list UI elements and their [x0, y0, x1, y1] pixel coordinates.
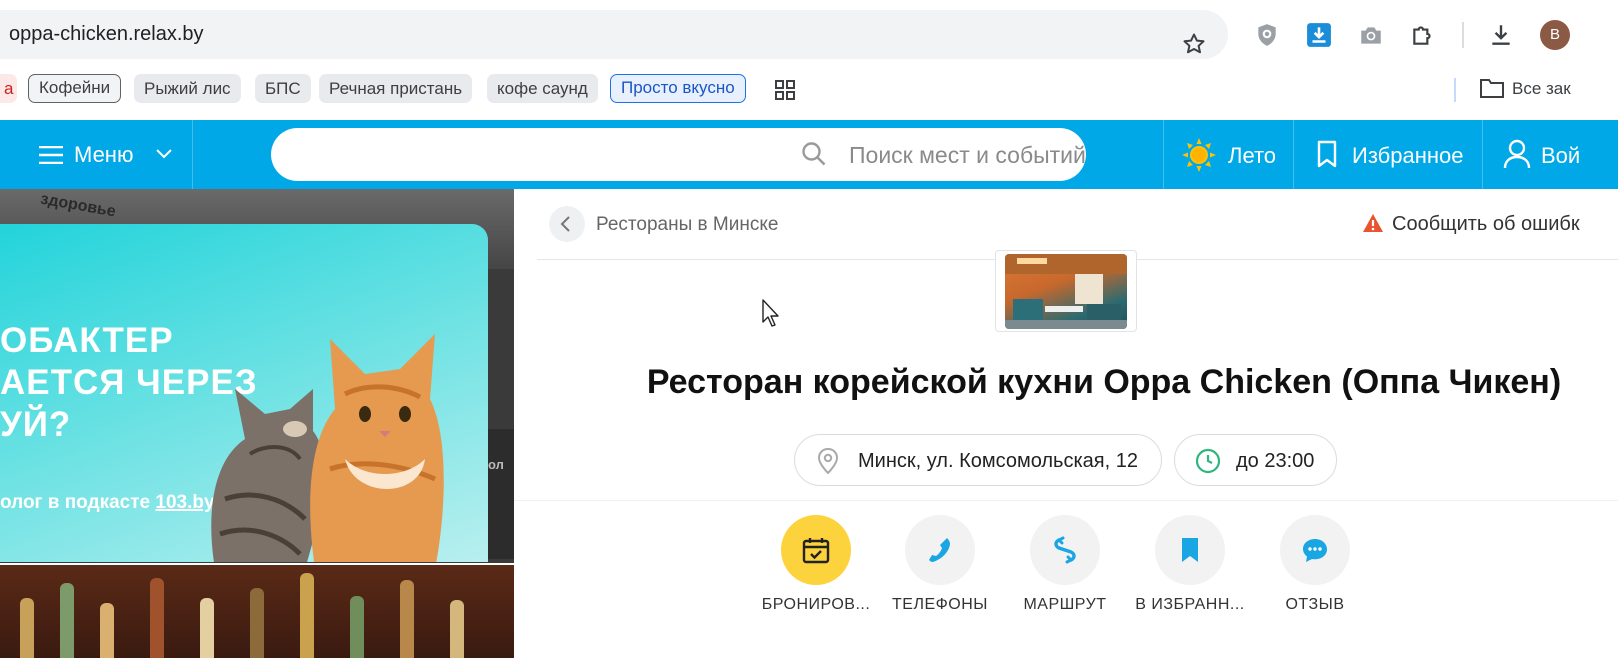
- season-label: Лето: [1228, 143, 1277, 168]
- bookmark-icon: [1317, 140, 1337, 168]
- bookmark-chip[interactable]: Рыжий лис: [134, 74, 241, 103]
- browser-toolbar: oppa-chicken.relax.by B: [0, 0, 1618, 70]
- location-pin-icon: [817, 448, 839, 474]
- bookmark-chip[interactable]: БПС: [255, 74, 311, 103]
- ad-side-strip: [486, 429, 514, 559]
- add-favorite-label: В ИЗБРАНН...: [1135, 596, 1245, 613]
- site-header: Меню Поиск мест и событий Лето Избранное…: [0, 120, 1618, 189]
- booking-button[interactable]: БРОНИРОВ...: [746, 515, 886, 614]
- address-bar[interactable]: oppa-chicken.relax.by: [0, 10, 1228, 59]
- phone-icon: [929, 538, 950, 562]
- bookmark-chip[interactable]: кофе саунд: [487, 74, 598, 103]
- route-label: МАРШРУТ: [1023, 596, 1107, 613]
- hours-text: до 23:00: [1236, 450, 1315, 472]
- profile-avatar[interactable]: B: [1540, 20, 1570, 50]
- chevron-left-icon: [560, 216, 570, 232]
- place-title: Ресторан корейской кухни Oppa Chicken (О…: [514, 363, 1618, 402]
- ad-banner[interactable]: здоровье ол ОБАКТЕР АЕТСЯ ЧЕРЕЗ УЙ? олог…: [0, 189, 514, 658]
- sun-icon: [1182, 138, 1216, 172]
- place-title-text: Ресторан корейской кухни Oppa Chicken (О…: [646, 363, 1562, 401]
- toolbar-separator: [1462, 22, 1464, 48]
- review-label: ОТЗЫВ: [1285, 596, 1345, 613]
- calendar-check-icon: [802, 538, 830, 564]
- favorites-label: Избранное: [1352, 143, 1464, 168]
- route-circle: [1030, 515, 1100, 585]
- download-extension-icon[interactable]: [1306, 22, 1332, 48]
- search-input[interactable]: Поиск мест и событий: [271, 128, 1086, 181]
- user-icon: [1503, 139, 1531, 169]
- ad-card[interactable]: ОБАКТЕР АЕТСЯ ЧЕРЕЗ УЙ? олог в подкасте …: [0, 224, 488, 562]
- all-bookmarks-label: Все зак: [1512, 79, 1571, 98]
- breadcrumb[interactable]: Рестораны в Минске: [596, 214, 778, 236]
- tab-groups-grid-icon[interactable]: [775, 80, 795, 100]
- ad-subline: олог в подкасте 103.by: [0, 492, 215, 514]
- mouse-cursor-icon: [762, 299, 779, 327]
- camera-extension-icon[interactable]: [1358, 22, 1384, 48]
- bookmark-star-icon[interactable]: [1182, 32, 1206, 56]
- hamburger-icon: [39, 146, 63, 164]
- folder-icon: [1480, 79, 1504, 98]
- back-button[interactable]: [549, 206, 585, 242]
- route-button[interactable]: МАРШРУТ: [995, 515, 1135, 614]
- puzzle-extensions-icon[interactable]: [1410, 22, 1436, 48]
- address-pill[interactable]: Минск, ул. Комсомольская, 12: [794, 434, 1162, 486]
- menu-label: Меню: [74, 142, 134, 167]
- ad-side-text: ол: [488, 457, 504, 472]
- divider: [514, 500, 1618, 501]
- add-favorite-button[interactable]: В ИЗБРАНН...: [1120, 515, 1260, 614]
- downloads-icon[interactable]: [1488, 22, 1514, 48]
- login-label: Вой: [1541, 143, 1581, 168]
- all-bookmarks-folder[interactable]: Все зак: [1480, 78, 1571, 99]
- place-photo: [1005, 254, 1127, 329]
- warning-icon: [1363, 214, 1383, 232]
- bar-photo: [0, 563, 514, 658]
- hours-pill[interactable]: до 23:00: [1174, 434, 1337, 486]
- review-button[interactable]: ОТЗЫВ: [1245, 515, 1385, 614]
- clock-icon: [1195, 448, 1221, 474]
- search-placeholder: Поиск мест и событий: [849, 142, 1086, 168]
- search-icon: [802, 142, 826, 166]
- phones-label: ТЕЛЕФОНЫ: [892, 596, 988, 613]
- menu-button[interactable]: Меню: [0, 120, 193, 189]
- chevron-down-icon: [156, 149, 172, 159]
- bookmark-chip[interactable]: Речная пристань: [319, 74, 473, 103]
- toolbar-shelf: [0, 110, 1618, 120]
- phones-circle: [905, 515, 975, 585]
- bookmarks-separator: [1454, 78, 1456, 102]
- phones-button[interactable]: ТЕЛЕФОНЫ: [870, 515, 1010, 614]
- booking-label: БРОНИРОВ...: [761, 596, 871, 613]
- bookmark-chip[interactable]: Просто вкусно: [610, 74, 746, 103]
- bookmark-chip[interactable]: а: [0, 74, 18, 103]
- url-text[interactable]: oppa-chicken.relax.by: [9, 23, 204, 46]
- review-circle: [1280, 515, 1350, 585]
- booking-circle: [781, 515, 851, 585]
- favorites-button[interactable]: Избранное: [1293, 120, 1482, 189]
- place-card: Рестораны в Минске Сообщить об ошибк Рес…: [514, 189, 1618, 658]
- favorite-circle: [1155, 515, 1225, 585]
- address-text: Минск, ул. Комсомольская, 12: [858, 450, 1138, 472]
- bookmark-icon: [1182, 538, 1198, 562]
- place-photo-thumbnail[interactable]: [995, 250, 1137, 332]
- shield-extension-icon[interactable]: [1254, 22, 1280, 48]
- route-icon: [1054, 536, 1076, 564]
- ad-subline-text: олог в подкасте: [0, 492, 156, 513]
- report-error-label: Сообщить об ошибк: [1392, 213, 1580, 235]
- cats-illustration: [211, 334, 444, 562]
- report-error-link[interactable]: Сообщить об ошибк: [1362, 213, 1580, 236]
- season-button[interactable]: Лето: [1163, 120, 1293, 189]
- chat-icon: [1303, 539, 1327, 562]
- login-button[interactable]: Вой: [1482, 120, 1618, 189]
- bookmarks-bar: а Кофейни Рыжий лис БПС Речная пристань …: [0, 70, 1618, 110]
- bookmark-chip[interactable]: Кофейни: [28, 74, 122, 103]
